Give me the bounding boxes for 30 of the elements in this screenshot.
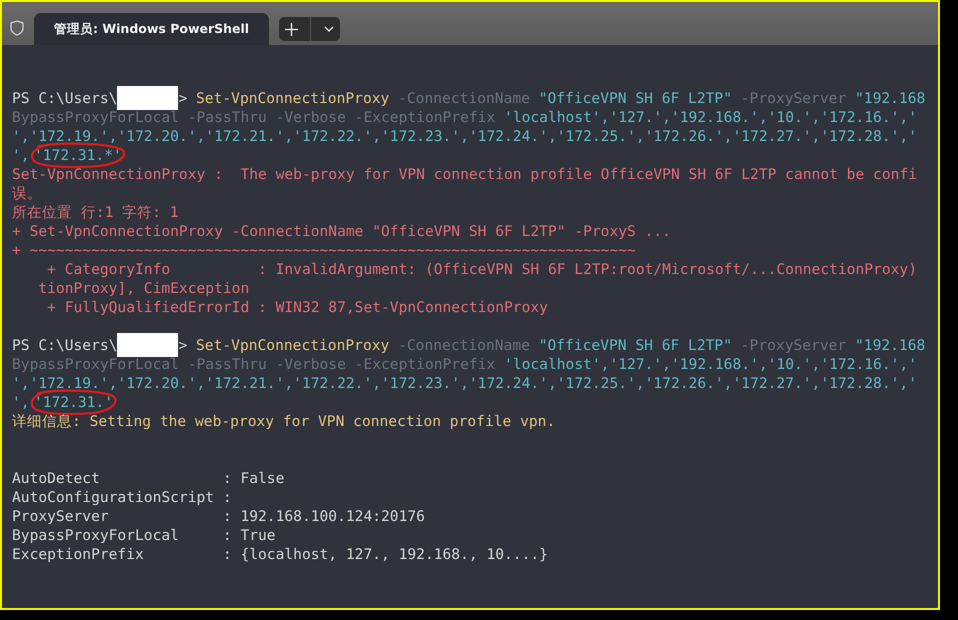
output-text: ','172.19.','172.20.','172.21.','172.22.','172.23.','172.24.','172.25.','172.26.','172.27.','172.28.',' [12, 128, 917, 145]
plus-icon[interactable] [285, 22, 298, 36]
prompt-text: PS C:\Users\ [12, 89, 118, 108]
output-text: ExceptionPrefix : {localhost, 127., 192.168., 10....} [12, 546, 548, 563]
output-text: Set-VpnConnectionProxy : The web-proxy for VPN connection profile OfficeVPN SH 6F L2TP cannot be confi [12, 166, 917, 183]
output-text: ProxyServer : 192.168.100.124:20176 [12, 508, 425, 525]
output-text: ','172.19.','172.20.','172.21.','172.22.','172.23.','172.24.','172.25.','172.26.','172.27.','172.28.',' [12, 375, 917, 392]
output-text: + Set-VpnConnectionProxy -ConnectionName "OfficeVPN SH 6F L2TP" -ProxyS ... [12, 223, 671, 240]
output-text: BypassProxyForLocal : True [12, 527, 276, 544]
output-text: tionProxy], CimException [37, 280, 250, 297]
command-text: > Set-VpnConnectionProxy -ConnectionName "OfficeVPN SH 6F L2TP" -ProxyServer "192.168 [178, 90, 926, 107]
output-text: BypassProxyForLocal -PassThru -Verbose -ExceptionPrefix 'localhost','127.','192.168.','10.','172.16.',' [12, 109, 917, 126]
output-text: AutoConfigurationScript : [12, 489, 232, 506]
command-text: > Set-VpnConnectionProxy -ConnectionName "OfficeVPN SH 6F L2TP" -ProxyServer "192.168 [178, 337, 926, 354]
output-text: 所在位置 行:1 字符: 1 [12, 204, 179, 221]
output-text: ', [12, 394, 30, 411]
output-text: AutoDetect : False [12, 470, 284, 487]
output-text: 误。 [12, 185, 42, 202]
output-text: + FullyQualifiedErrorId : WIN32 87,Set-VpnConnectionProxy [46, 299, 548, 316]
output-text: + ~~~~~~~~~~~~~~~~~~~~~~~~~~~~~~~~~~~~~~~~~~~~~~~~~~~~~~~~~~~~~~~~~~~~~ [12, 242, 636, 259]
prompt-text: PS C:\Users\ [12, 336, 118, 355]
chevron-down-icon[interactable] [324, 26, 334, 32]
output-text: 详细信息: Setting the web-proxy for VPN connection profile vpn. [12, 413, 556, 430]
output-text: + CategoryInfo : InvalidArgument: (OfficeVPN SH 6F L2TP:root/Microsoft/...ConnectionProxy) [46, 261, 917, 278]
output-text: BypassProxyForLocal -PassThru -Verbose -ExceptionPrefix 'localhost','127.','192.168.','10.','172.16.',' [12, 356, 917, 373]
tab[interactable]: 管理员: Windows PowerShell [34, 13, 269, 45]
circled-text: '172.31.' [32, 394, 114, 411]
shield-icon [10, 20, 24, 36]
circled-text: '172.31.*' [32, 147, 123, 164]
output-text: ', [12, 147, 30, 164]
